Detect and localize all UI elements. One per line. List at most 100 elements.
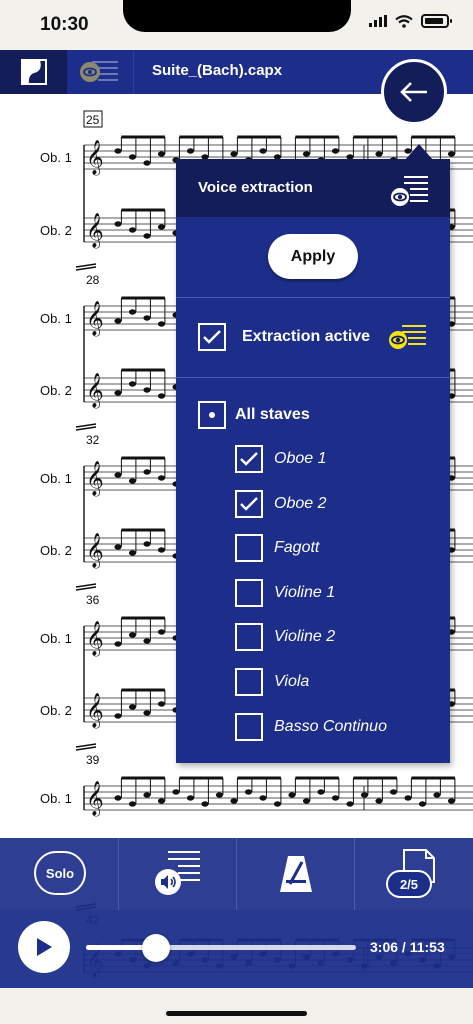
- note-head: [433, 792, 441, 798]
- note-head: [404, 795, 412, 801]
- note-head: [418, 801, 427, 807]
- note-head: [215, 792, 224, 798]
- note-head: [157, 629, 166, 635]
- app-logo-icon: [20, 59, 47, 85]
- note-head: [143, 792, 151, 798]
- note-head: [157, 321, 166, 327]
- note-head: [128, 154, 137, 160]
- staff-name: Ob. 1: [40, 150, 72, 165]
- document-title: Suite_(Bach).capx: [152, 62, 283, 79]
- metronome-button[interactable]: [276, 852, 316, 896]
- note-head: [244, 789, 253, 795]
- staff-checkbox[interactable]: [235, 712, 263, 741]
- note-head: [114, 713, 122, 719]
- note-head: [302, 151, 311, 157]
- note-head: [114, 148, 122, 154]
- measure-number: 32: [86, 433, 100, 447]
- extraction-active-checkbox[interactable]: [198, 323, 226, 351]
- note-head: [375, 798, 383, 804]
- note-head: [143, 160, 151, 166]
- voice-extraction-icon: [80, 61, 118, 82]
- treble-clef-icon: 𝄞: [86, 140, 104, 176]
- panel-divider: [176, 377, 450, 378]
- note-head: [114, 544, 122, 550]
- rehearsal-mark: [75, 426, 97, 431]
- note-head: [114, 795, 122, 801]
- rehearsal-mark: [75, 583, 97, 588]
- staff-name: Ob. 1: [40, 631, 72, 646]
- note-head: [302, 798, 311, 804]
- note-head: [143, 387, 151, 393]
- note-head: [331, 795, 340, 801]
- note-head: [114, 472, 122, 478]
- staff-name: Ob. 2: [40, 543, 72, 558]
- wifi-icon: [395, 14, 413, 28]
- voice-extraction-panel: Voice extraction Apply Extraction active: [176, 159, 450, 763]
- note-head: [143, 710, 151, 716]
- note-head: [128, 309, 137, 315]
- treble-clef-icon: 𝄞: [86, 213, 104, 249]
- note-head: [128, 227, 137, 233]
- rehearsal-mark: [75, 266, 97, 271]
- metronome-icon: [280, 856, 312, 892]
- status-bar: 10:30: [0, 0, 473, 50]
- extraction-active-icon: [389, 325, 426, 349]
- home-indicator: [166, 1011, 307, 1016]
- all-staves-radio[interactable]: [198, 401, 226, 429]
- staff-checkbox[interactable]: [235, 578, 263, 607]
- note-head: [114, 641, 122, 647]
- solo-button[interactable]: Solo: [34, 851, 86, 895]
- apply-button[interactable]: Apply: [268, 234, 358, 279]
- note-head: [273, 801, 282, 807]
- note-head: [114, 318, 122, 324]
- note-head: [259, 795, 267, 801]
- segment-divider: [118, 838, 119, 910]
- all-staves-label: All staves: [235, 406, 310, 423]
- staff-checkbox[interactable]: [235, 623, 263, 652]
- treble-clef-icon: 𝄞: [86, 621, 104, 657]
- segment-divider: [354, 838, 355, 910]
- checkmark-icon: [240, 452, 258, 466]
- measure-number: 25: [86, 113, 100, 127]
- note-head: [186, 148, 195, 154]
- device-notch: [123, 0, 351, 32]
- battery-icon: [421, 14, 452, 28]
- note-head: [143, 638, 151, 644]
- staff-label: Violine 2: [274, 628, 336, 646]
- app-menu-button[interactable]: [0, 50, 67, 94]
- staff-label: Basso Continuo: [274, 717, 387, 735]
- note-head: [114, 221, 122, 227]
- panel-pointer: [405, 144, 433, 160]
- player-bar: 3:06 / 11:53: [0, 910, 473, 988]
- playback-progress-track[interactable]: [86, 945, 356, 950]
- back-button[interactable]: [381, 59, 447, 125]
- note-head: [143, 315, 151, 321]
- note-head: [447, 798, 456, 804]
- note-head: [317, 789, 325, 795]
- checkmark-icon: [240, 496, 258, 511]
- staff-label: Fagott: [274, 539, 320, 557]
- note-head: [128, 632, 137, 638]
- treble-clef-icon: 𝄞: [86, 693, 104, 729]
- staff-checkbox[interactable]: [235, 489, 263, 518]
- rehearsal-mark: [75, 586, 97, 591]
- staff-checkbox[interactable]: [235, 668, 263, 696]
- note-head: [172, 789, 180, 795]
- arrow-left-icon: [400, 82, 427, 102]
- staff-checkbox[interactable]: [235, 534, 263, 563]
- rehearsal-mark: [75, 263, 97, 268]
- panel-title: Voice extraction: [198, 179, 313, 196]
- rehearsal-mark: [75, 743, 97, 748]
- treble-clef-icon: 𝄞: [86, 301, 104, 337]
- function-bar: Solo 2/5: [0, 838, 473, 910]
- radio-dot-icon: [209, 412, 215, 418]
- mixer-button[interactable]: [152, 848, 204, 900]
- note-head: [331, 148, 340, 154]
- playback-slider-thumb[interactable]: [142, 934, 171, 962]
- staff-checkbox[interactable]: [235, 445, 263, 473]
- voice-extraction-toggle[interactable]: [67, 50, 134, 94]
- note-head: [128, 704, 137, 710]
- note-head: [143, 541, 151, 547]
- play-button[interactable]: [18, 921, 70, 973]
- staff-name: Ob. 2: [40, 223, 72, 238]
